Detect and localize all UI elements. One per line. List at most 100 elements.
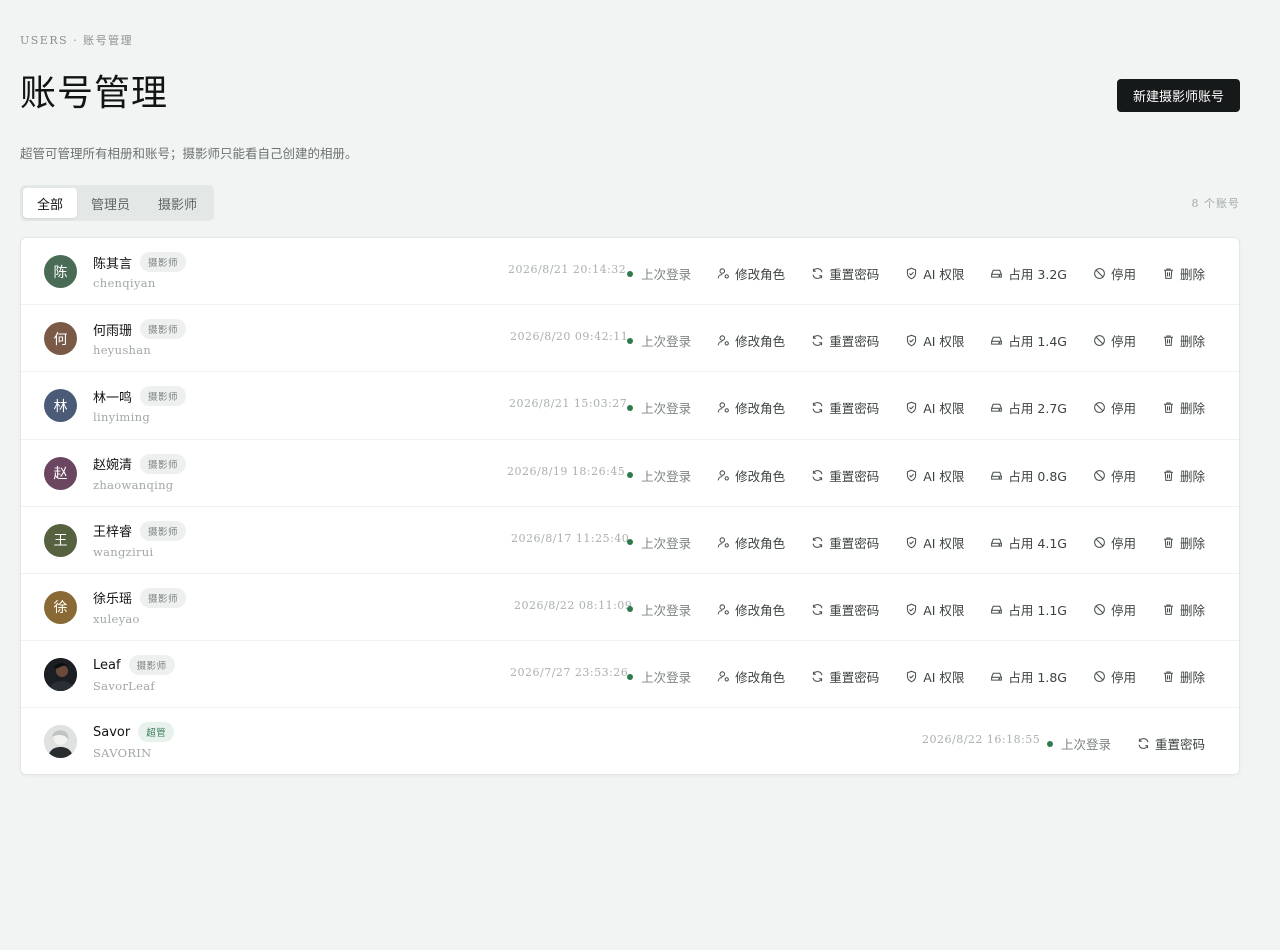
ban-icon [1093,267,1106,280]
tab-photographer[interactable]: 摄影师 [144,188,211,218]
user-name: 林一鸣 [93,390,133,406]
change-role-button[interactable]: 修改角色 [717,533,785,552]
delete-button[interactable]: 删除 [1162,600,1205,619]
delete-button[interactable]: 删除 [1162,331,1205,350]
change-role-button[interactable]: 修改角色 [717,466,785,485]
last-login-time: 2026/8/22 16:18:55 [922,733,1041,747]
ai-permission-button[interactable]: AI 权限 [905,264,964,283]
user-info: 林一鸣 摄影师 linyiming [93,386,187,424]
last-login-time: 2026/7/27 23:53:26 [510,666,629,680]
user-edit-icon [717,603,730,616]
storage-usage-button[interactable]: 占用 1.4G [990,331,1067,350]
storage-usage-button[interactable]: 占用 2.7G [990,398,1067,417]
user-edit-icon [717,536,730,549]
user-login: chenqiyan [93,276,156,290]
shield-check-icon [905,469,918,482]
delete-button[interactable]: 删除 [1162,533,1205,552]
user-info: 陈其言 摄影师 chenqiyan [93,252,187,290]
user-name: 王梓睿 [93,525,133,541]
role-badge: 摄影师 [140,453,187,474]
ai-permission-button[interactable]: AI 权限 [905,600,964,619]
avatar: 徐 [44,590,77,624]
row-actions: 上次登录 修改角色 重置密码 AI 权限 占用 1.4G 停用 删除 [627,331,1205,350]
reset-password-button[interactable]: 重置密码 [811,264,879,283]
storage-usage-button-label: 占用 2.7G [1008,401,1067,417]
change-role-button[interactable]: 修改角色 [717,331,785,350]
row-actions: 上次登录 修改角色 重置密码 AI 权限 占用 1.8G 停用 删除 [627,667,1205,686]
hard-drive-icon [990,603,1003,616]
change-role-button[interactable]: 修改角色 [717,264,785,283]
storage-usage-button[interactable]: 占用 3.2G [990,264,1067,283]
last-login-label: 上次登录 [641,670,692,686]
storage-usage-button[interactable]: 占用 1.8G [990,667,1067,686]
row-actions: 上次登录 修改角色 重置密码 AI 权限 占用 2.7G 停用 删除 [627,398,1205,417]
change-role-button[interactable]: 修改角色 [717,667,785,686]
disable-button[interactable]: 停用 [1093,331,1136,350]
new-photographer-account-button[interactable]: 新建摄影师账号 [1117,79,1240,112]
change-role-button-label: 修改角色 [735,468,786,484]
disable-button[interactable]: 停用 [1093,667,1136,686]
last-login-label: 上次登录 [641,401,692,417]
ai-permission-button[interactable]: AI 权限 [905,331,964,350]
ai-permission-button[interactable]: AI 权限 [905,667,964,686]
user-name: 陈其言 [93,256,133,272]
disable-button[interactable]: 停用 [1093,600,1136,619]
disable-button[interactable]: 停用 [1093,264,1136,283]
delete-button[interactable]: 删除 [1162,667,1205,686]
role-badge: 摄影师 [140,252,187,272]
trash-icon [1162,603,1175,616]
storage-usage-button[interactable]: 占用 0.8G [990,466,1067,485]
ai-permission-button[interactable]: AI 权限 [905,533,964,552]
user-row: 王王梓睿 摄影师 wangzirui 2026/8/17 11:25:40 上次登录 修改… [21,507,1239,574]
reset-password-button[interactable]: 重置密码 [811,398,879,417]
shield-check-icon [905,334,918,347]
user-name: 徐乐瑶 [93,592,133,608]
user-edit-icon [717,401,730,414]
refresh-icon [811,401,824,414]
reset-password-button[interactable]: 重置密码 [811,466,879,485]
last-login-label: 上次登录 [641,267,692,282]
last-login-label: 上次登录 [1060,737,1111,753]
delete-button[interactable]: 删除 [1162,264,1205,283]
last-login-status: 上次登录 [627,667,691,686]
delete-button[interactable]: 删除 [1162,398,1205,417]
delete-button-label: 删除 [1179,267,1205,282]
status-dot-icon [1046,740,1053,747]
delete-button-label: 删除 [1179,401,1205,417]
status-dot-icon [627,606,634,613]
storage-usage-button[interactable]: 占用 4.1G [990,533,1067,552]
change-role-button[interactable]: 修改角色 [717,600,785,619]
hard-drive-icon [990,670,1003,683]
role-badge: 摄影师 [140,386,187,407]
change-role-button[interactable]: 修改角色 [717,398,785,417]
reset-password-button[interactable]: 重置密码 [811,331,879,350]
tab-admin[interactable]: 管理员 [77,188,144,218]
tab-all[interactable]: 全部 [23,188,77,218]
hard-drive-icon [990,536,1003,549]
avatar [44,658,77,692]
delete-button[interactable]: 删除 [1162,466,1205,485]
disable-button-label: 停用 [1110,334,1136,350]
disable-button-label: 停用 [1110,267,1136,282]
reset-password-button[interactable]: 重置密码 [1137,734,1205,753]
ban-icon [1093,670,1106,683]
shield-check-icon [905,401,918,414]
role-badge: 摄影师 [140,520,187,541]
breadcrumb: USERS · 账号管理 [20,34,134,47]
ai-permission-button[interactable]: AI 权限 [905,398,964,417]
user-info: 王梓睿 摄影师 wangzirui [93,520,187,559]
status-dot-icon [627,270,634,277]
disable-button[interactable]: 停用 [1093,398,1136,417]
disable-button[interactable]: 停用 [1093,466,1136,485]
reset-password-button[interactable]: 重置密码 [811,667,879,686]
role-badge: 摄影师 [140,587,187,608]
disable-button[interactable]: 停用 [1093,533,1136,552]
ai-permission-button[interactable]: AI 权限 [905,466,964,485]
user-name: Leaf [93,657,121,673]
user-name: 何雨珊 [93,323,133,339]
storage-usage-button[interactable]: 占用 1.1G [990,600,1067,619]
reset-password-button[interactable]: 重置密码 [811,533,879,552]
reset-password-button[interactable]: 重置密码 [811,600,879,619]
delete-button-label: 删除 [1179,334,1205,350]
change-role-button-label: 修改角色 [735,670,786,686]
